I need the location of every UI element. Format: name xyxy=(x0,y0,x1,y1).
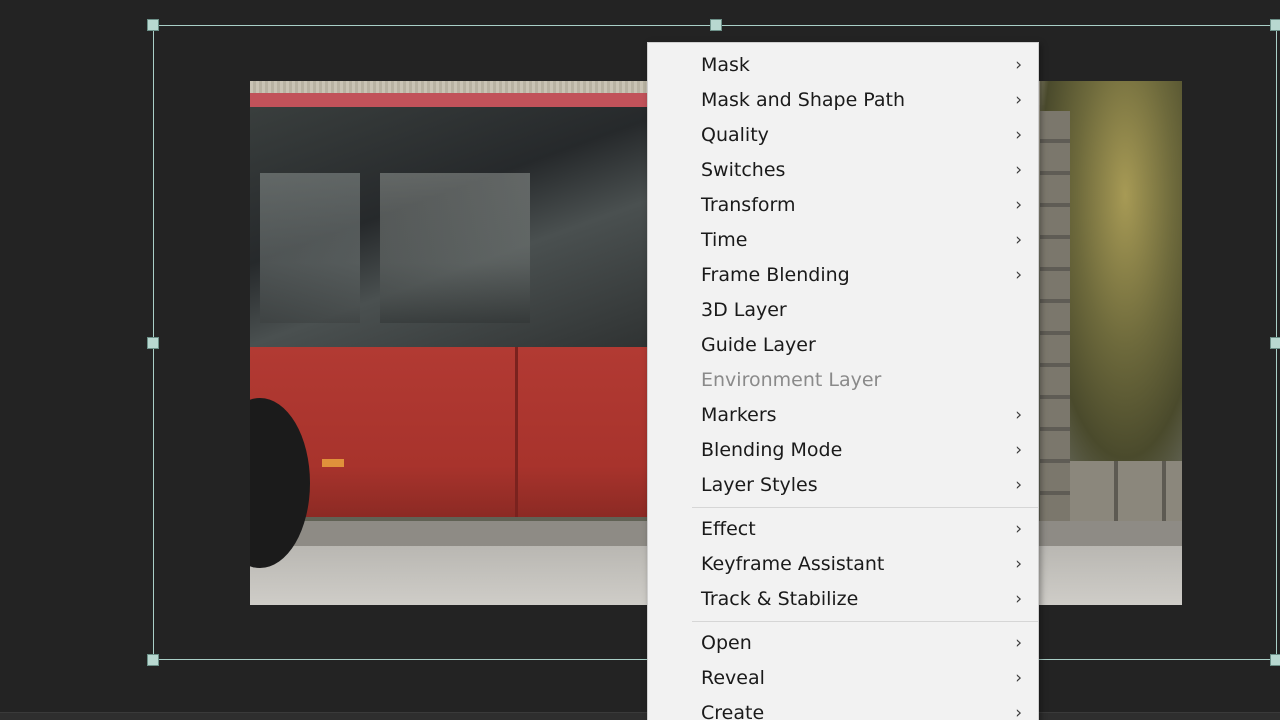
menu-item-effect[interactable]: Effect › xyxy=(648,512,1038,547)
menu-separator xyxy=(692,621,1038,622)
menu-item-label: Transform xyxy=(701,194,796,216)
chevron-right-icon: › xyxy=(1015,265,1022,285)
menu-item-3d-layer[interactable]: 3D Layer xyxy=(648,293,1038,328)
menu-item-label: Open xyxy=(701,632,752,654)
menu-group-effects: Effect › Keyframe Assistant › Track & Stabil… xyxy=(648,512,1038,617)
menu-item-label: Blending Mode xyxy=(701,439,843,461)
menu-item-label: Reveal xyxy=(701,667,765,689)
menu-item-track-and-stabilize[interactable]: Track & Stabilize › xyxy=(648,582,1038,617)
chevron-right-icon: › xyxy=(1015,668,1022,688)
menu-item-label: Time xyxy=(701,229,748,251)
transform-handle-top-left[interactable] xyxy=(147,19,159,31)
menu-item-quality[interactable]: Quality › xyxy=(648,118,1038,153)
menu-item-time[interactable]: Time › xyxy=(648,223,1038,258)
timeline-panel-edge xyxy=(0,712,1280,720)
menu-separator xyxy=(692,507,1038,508)
menu-item-label: Mask and Shape Path xyxy=(701,89,906,111)
chevron-right-icon: › xyxy=(1015,554,1022,574)
menu-item-transform[interactable]: Transform › xyxy=(648,188,1038,223)
menu-item-label: Keyframe Assistant xyxy=(701,553,885,575)
menu-item-label: Frame Blending xyxy=(701,264,850,286)
transform-handle-middle-left[interactable] xyxy=(147,337,159,349)
chevron-right-icon: › xyxy=(1015,55,1022,75)
chevron-right-icon: › xyxy=(1015,230,1022,250)
menu-item-label: 3D Layer xyxy=(701,299,787,321)
menu-item-switches[interactable]: Switches › xyxy=(648,153,1038,188)
menu-item-open[interactable]: Open › xyxy=(648,626,1038,661)
menu-item-label: Create xyxy=(701,702,765,720)
chevron-right-icon: › xyxy=(1015,125,1022,145)
transform-handle-middle-right[interactable] xyxy=(1270,337,1280,349)
chevron-right-icon: › xyxy=(1015,440,1022,460)
chevron-right-icon: › xyxy=(1015,633,1022,653)
menu-item-label: Quality xyxy=(701,124,769,146)
menu-item-label: Switches xyxy=(701,159,786,181)
menu-item-blending-mode[interactable]: Blending Mode › xyxy=(648,433,1038,468)
chevron-right-icon: › xyxy=(1015,195,1022,215)
menu-group-layer-properties: Mask › Mask and Shape Path › Quality › Switche… xyxy=(648,48,1038,503)
menu-item-create[interactable]: Create › xyxy=(648,696,1038,720)
menu-item-guide-layer[interactable]: Guide Layer xyxy=(648,328,1038,363)
menu-item-label: Layer Styles xyxy=(701,474,818,496)
menu-item-label: Environment Layer xyxy=(701,369,882,391)
menu-item-label: Track & Stabilize xyxy=(701,588,859,610)
composition-viewer[interactable]: Mask › Mask and Shape Path › Quality › Switche… xyxy=(0,0,1280,720)
layer-context-menu: Mask › Mask and Shape Path › Quality › Switche… xyxy=(647,42,1039,720)
transform-handle-bottom-left[interactable] xyxy=(147,654,159,666)
chevron-right-icon: › xyxy=(1015,160,1022,180)
menu-item-mask-and-shape-path[interactable]: Mask and Shape Path › xyxy=(648,83,1038,118)
chevron-right-icon: › xyxy=(1015,90,1022,110)
menu-item-frame-blending[interactable]: Frame Blending › xyxy=(648,258,1038,293)
menu-group-file: Open › Reveal › Create › xyxy=(648,626,1038,720)
menu-item-keyframe-assistant[interactable]: Keyframe Assistant › xyxy=(648,547,1038,582)
menu-item-markers[interactable]: Markers › xyxy=(648,398,1038,433)
menu-item-reveal[interactable]: Reveal › xyxy=(648,661,1038,696)
menu-item-label: Effect xyxy=(701,518,756,540)
menu-item-label: Guide Layer xyxy=(701,334,816,356)
transform-handle-top-center[interactable] xyxy=(710,19,722,31)
transform-handle-bottom-right[interactable] xyxy=(1270,654,1280,666)
transform-handle-top-right[interactable] xyxy=(1270,19,1280,31)
menu-item-mask[interactable]: Mask › xyxy=(648,48,1038,83)
chevron-right-icon: › xyxy=(1015,475,1022,495)
menu-item-label: Mask xyxy=(701,54,750,76)
menu-item-layer-styles[interactable]: Layer Styles › xyxy=(648,468,1038,503)
chevron-right-icon: › xyxy=(1015,519,1022,539)
chevron-right-icon: › xyxy=(1015,703,1022,720)
chevron-right-icon: › xyxy=(1015,589,1022,609)
chevron-right-icon: › xyxy=(1015,405,1022,425)
menu-item-label: Markers xyxy=(701,404,777,426)
menu-item-environment-layer: Environment Layer xyxy=(648,363,1038,398)
